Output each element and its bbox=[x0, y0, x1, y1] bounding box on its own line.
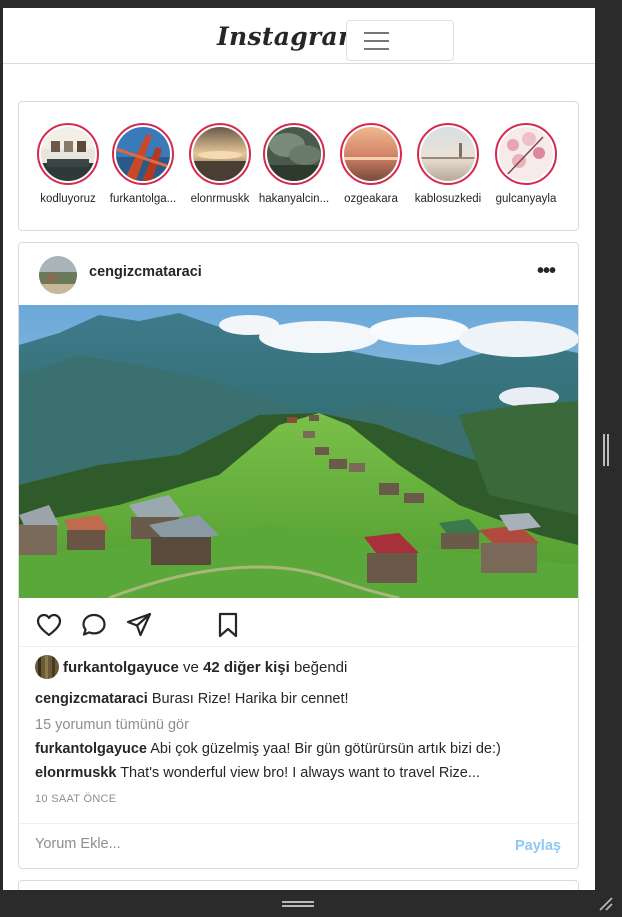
story-item[interactable]: kablosuzkedi bbox=[411, 123, 485, 205]
post-actions bbox=[19, 605, 578, 647]
story-avatar bbox=[41, 127, 95, 181]
story-item[interactable]: furkantolga... bbox=[106, 123, 180, 205]
likes-suffix: beğendi bbox=[293, 658, 348, 676]
comment-icon[interactable] bbox=[80, 611, 108, 639]
story-username: elonrmuskk bbox=[190, 193, 250, 205]
more-options-icon[interactable]: ••• bbox=[537, 260, 556, 283]
view-all-comments-link[interactable]: 15 yorumun tümünü gör bbox=[35, 717, 189, 733]
caption-text: Burası Rize! Harika bir cennet! bbox=[151, 691, 349, 707]
post-card: cengizcmataraci ••• furkantolgayuce ve 4… bbox=[18, 242, 579, 869]
story-avatar bbox=[421, 127, 475, 181]
caption-username[interactable]: cengizcmataraci bbox=[35, 691, 148, 707]
vertical-resize-handle[interactable] bbox=[603, 434, 609, 466]
add-comment-bar: Paylaş bbox=[19, 823, 578, 869]
browser-frame: Instagram kodluyoruz furkantolga... elon… bbox=[0, 0, 622, 917]
post-timestamp: 10 SAAT ÖNCE bbox=[35, 793, 117, 805]
comment-username[interactable]: elonrmuskk bbox=[35, 765, 116, 781]
bookmark-icon[interactable] bbox=[214, 611, 242, 639]
share-icon[interactable] bbox=[125, 611, 153, 639]
story-item[interactable]: gulcanyayla bbox=[489, 123, 563, 205]
likes-line: furkantolgayuce ve 42 diğer kişi beğendi bbox=[35, 655, 347, 679]
story-username: furkantolga... bbox=[109, 193, 177, 205]
liker-avatar[interactable] bbox=[35, 655, 59, 679]
story-ring bbox=[37, 123, 99, 185]
story-ring bbox=[495, 123, 557, 185]
instagram-logo[interactable]: Instagram bbox=[217, 22, 365, 51]
story-item[interactable]: elonrmuskk bbox=[183, 123, 257, 205]
next-post-card bbox=[18, 880, 579, 890]
story-item[interactable]: ozgeakara bbox=[334, 123, 408, 205]
comment-text: Abi çok güzelmiş yaa! Bir gün götürürsün… bbox=[150, 741, 501, 757]
story-ring bbox=[189, 123, 251, 185]
comment-input[interactable] bbox=[35, 836, 475, 852]
comment-username[interactable]: furkantolgayuce bbox=[35, 741, 147, 757]
story-ring bbox=[417, 123, 479, 185]
share-comment-button[interactable]: Paylaş bbox=[515, 838, 561, 854]
story-ring bbox=[263, 123, 325, 185]
story-avatar bbox=[116, 127, 170, 181]
menu-toggle-button[interactable] bbox=[346, 20, 454, 61]
story-avatar bbox=[499, 127, 553, 181]
likes-others[interactable]: 42 diğer kişi bbox=[203, 659, 290, 676]
likes-connector: ve bbox=[183, 658, 199, 676]
comment-item: elonrmuskk That's wonderful view bro! I … bbox=[35, 765, 480, 781]
liker-username[interactable]: furkantolgayuce bbox=[63, 659, 179, 676]
corner-resize-icon[interactable] bbox=[598, 896, 614, 912]
story-avatar bbox=[267, 127, 321, 181]
user-avatar[interactable] bbox=[39, 256, 77, 294]
story-ring bbox=[112, 123, 174, 185]
story-item[interactable]: kodluyoruz bbox=[31, 123, 105, 205]
story-username: hakanyalcin... bbox=[258, 193, 330, 205]
story-username: kodluyoruz bbox=[40, 193, 96, 205]
story-avatar bbox=[193, 127, 247, 181]
navbar: Instagram bbox=[3, 8, 595, 64]
heart-icon[interactable] bbox=[35, 611, 63, 639]
post-image[interactable] bbox=[19, 305, 578, 598]
stories-bar: kodluyoruz furkantolga... elonrmuskk hak… bbox=[18, 101, 579, 231]
story-item[interactable]: hakanyalcin... bbox=[257, 123, 331, 205]
story-avatar bbox=[344, 127, 398, 181]
story-username: ozgeakara bbox=[344, 193, 398, 205]
story-username: kablosuzkedi bbox=[414, 193, 482, 205]
post-header: cengizcmataraci ••• bbox=[19, 243, 578, 303]
comment-text: That's wonderful view bro! I always want… bbox=[120, 765, 480, 781]
story-username: gulcanyayla bbox=[495, 193, 557, 205]
horizontal-resize-handle[interactable] bbox=[282, 901, 314, 907]
post-username[interactable]: cengizcmataraci bbox=[89, 264, 202, 280]
story-ring bbox=[340, 123, 402, 185]
post-caption: cengizcmataraci Burası Rize! Harika bir … bbox=[35, 691, 349, 707]
hamburger-icon bbox=[364, 32, 389, 50]
page-viewport: Instagram kodluyoruz furkantolga... elon… bbox=[3, 8, 595, 890]
comment-item: furkantolgayuce Abi çok güzelmiş yaa! Bi… bbox=[35, 741, 501, 757]
